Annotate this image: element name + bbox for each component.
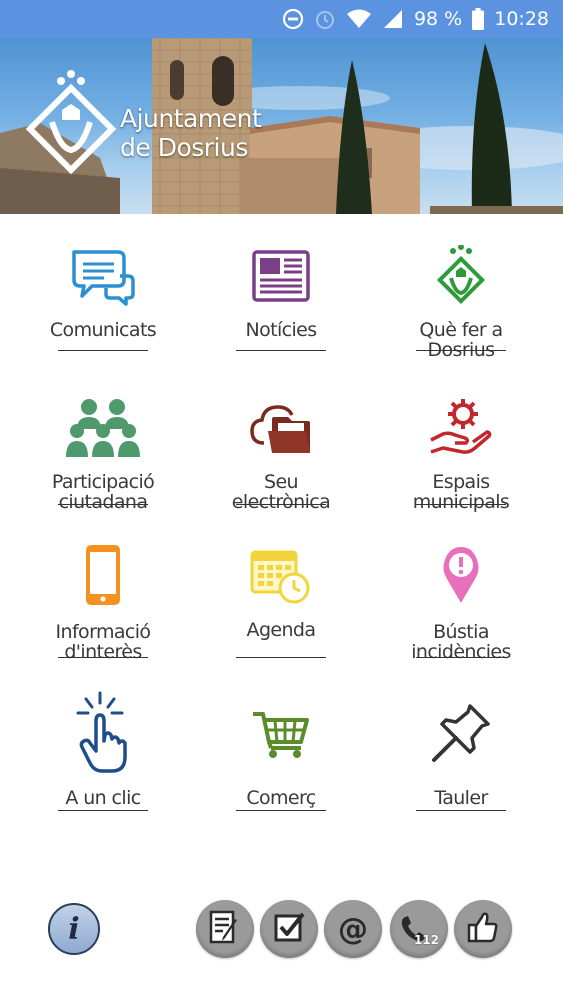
divider xyxy=(236,350,326,351)
divider xyxy=(416,504,506,505)
like-button[interactable] xyxy=(454,900,512,958)
newspaper-icon xyxy=(241,236,321,316)
divider xyxy=(416,657,506,658)
do-not-disturb-icon xyxy=(282,8,304,30)
menu-informacio-interes[interactable]: Informació d'interès xyxy=(28,540,178,680)
menu-agenda[interactable]: Agenda xyxy=(206,540,356,680)
menu-label: Tauler xyxy=(434,787,488,809)
form-edit-icon xyxy=(209,910,241,949)
menu-label: Comerç xyxy=(246,787,316,809)
brand-line1: Ajuntament xyxy=(120,104,262,133)
smartphone-icon xyxy=(63,540,143,610)
menu-label: Què fer a Dosrius xyxy=(419,319,503,361)
signal-icon xyxy=(382,8,404,30)
menu-label: A un clic xyxy=(65,787,141,809)
divider xyxy=(416,350,506,351)
divider xyxy=(236,504,326,505)
town-logo-icon xyxy=(421,236,501,316)
menu-comunicats[interactable]: Comunicats xyxy=(28,236,178,376)
cloud-folder-icon xyxy=(241,388,321,468)
email-button[interactable]: @ xyxy=(324,900,382,958)
checkbox-button[interactable] xyxy=(260,900,318,958)
divider xyxy=(58,657,148,658)
menu-bustia-incidencies[interactable]: Bústia incidències xyxy=(386,540,536,680)
menu-participacio-ciutadana[interactable]: Participació ciutadana xyxy=(28,388,178,528)
divider xyxy=(58,504,148,505)
battery-percent: 98 % xyxy=(413,8,463,30)
menu-label: Espais municipals xyxy=(412,471,510,513)
alarm-icon xyxy=(314,8,336,30)
info-button[interactable]: i xyxy=(48,903,100,955)
menu-label: Comunicats xyxy=(49,319,157,341)
menu-seu-electronica[interactable]: Seu electrònica xyxy=(206,388,356,528)
calendar-clock-icon xyxy=(241,540,321,610)
people-group-icon xyxy=(63,388,143,468)
menu-label: Notícies xyxy=(245,319,317,341)
menu-label: Participació ciutadana xyxy=(51,471,155,513)
hand-gear-icon xyxy=(421,388,501,468)
chat-bubbles-icon xyxy=(63,236,143,316)
divider xyxy=(58,810,148,811)
menu-espais-municipals[interactable]: Espais municipals xyxy=(386,388,536,528)
menu-tauler[interactable]: Tauler xyxy=(386,690,536,830)
church-photo xyxy=(0,38,563,214)
status-bar: 98 % 10:28 xyxy=(0,0,563,38)
menu-label: Seu electrònica xyxy=(231,471,331,513)
divider xyxy=(58,350,148,351)
menu-label: Agenda xyxy=(246,619,317,641)
shopping-cart-icon xyxy=(241,690,321,776)
clock-time: 10:28 xyxy=(494,8,549,30)
checkbox-icon xyxy=(273,911,305,948)
thumbs-up-icon xyxy=(467,911,499,948)
menu-label: Bústia incidències xyxy=(411,621,511,663)
phone-112-icon: 112 xyxy=(399,911,439,947)
wifi-icon xyxy=(346,8,372,30)
header-banner: Ajuntament de Dosrius xyxy=(0,38,563,214)
battery-icon xyxy=(472,8,485,30)
emergency-number: 112 xyxy=(413,933,439,947)
menu-que-fer-a-dosrius[interactable]: Què fer a Dosrius xyxy=(386,236,536,376)
menu-noticies[interactable]: Notícies xyxy=(206,236,356,376)
divider xyxy=(236,657,326,658)
map-pin-alert-icon xyxy=(421,540,501,610)
menu-label: Informació d'interès xyxy=(55,621,152,663)
pushpin-icon xyxy=(421,690,501,776)
menu-a-un-clic[interactable]: A un clic xyxy=(28,690,178,830)
at-sign-icon: @ xyxy=(338,911,368,947)
hand-click-icon xyxy=(63,690,143,776)
emergency-112-button[interactable]: 112 xyxy=(390,900,448,958)
brand-line2: de Dosrius xyxy=(120,133,248,162)
divider xyxy=(236,810,326,811)
menu-comerc[interactable]: Comerç xyxy=(206,690,356,830)
divider xyxy=(416,810,506,811)
form-edit-button[interactable] xyxy=(196,900,254,958)
town-name: Ajuntament de Dosrius xyxy=(120,104,262,162)
